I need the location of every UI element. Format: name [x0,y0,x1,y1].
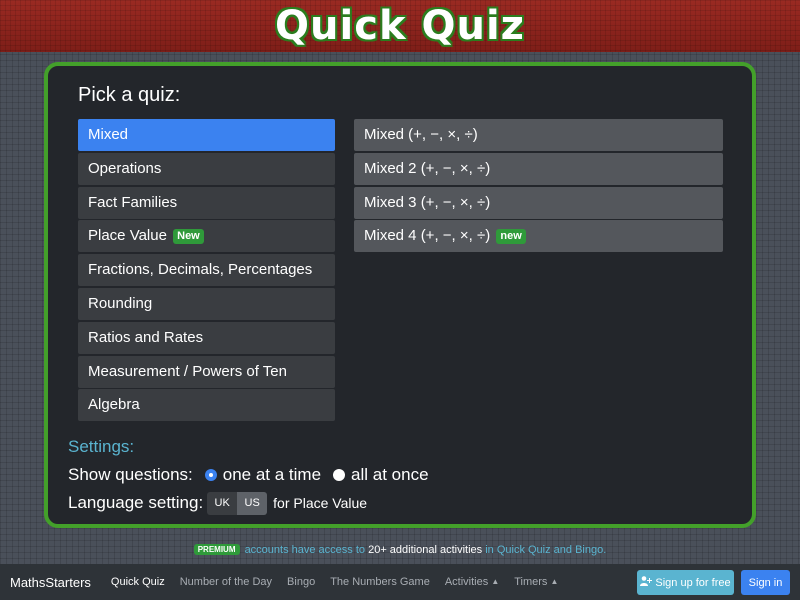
quiz-label: Mixed 3 (+, −, ×, ÷) [364,193,491,211]
quiz-item-mixed-3[interactable]: Mixed 3 (+, −, ×, ÷) [354,186,723,219]
language-toggle: UK US [207,491,268,515]
quiz-panel: Pick a quiz: Mixed Operations Fact Famil… [44,62,756,528]
premium-badge: PREMIUM [193,544,240,555]
category-label: Algebra [88,396,140,414]
option-all-at-once[interactable]: all at once [351,465,429,485]
category-label: Fact Families [88,193,178,211]
nav-activities[interactable]: Activities ▲ [445,576,499,588]
premium-text-1[interactable]: accounts have access to [245,544,365,556]
category-item-mixed[interactable]: Mixed [78,119,335,151]
caret-up-icon: ▲ [491,577,500,586]
language-row: Language setting: UK US for Place Value [68,491,367,515]
pick-quiz-heading: Pick a quiz: [78,84,181,106]
quiz-item-mixed-4[interactable]: Mixed 4 (+, −, ×, ÷) new [354,220,723,253]
category-item-ratios[interactable]: Ratios and Rates [78,321,335,354]
nav-number-of-the-day[interactable]: Number of the Day [180,576,272,588]
signin-label: Sign in [748,576,783,589]
lang-us-button[interactable]: US [237,491,268,515]
signup-label: Sign up for free [655,576,731,589]
quiz-item-mixed-2[interactable]: Mixed 2 (+, −, ×, ÷) [354,152,723,185]
settings-heading: Settings: [68,437,135,456]
radio-icon[interactable] [204,469,217,481]
lang-uk-button[interactable]: UK [207,491,238,515]
category-label: Fractions, Decimals, Percentages [88,261,313,279]
quiz-label: Mixed 4 (+, −, ×, ÷) [364,227,491,245]
page-title: Quick Quiz [275,3,525,49]
category-item-fact-families[interactable]: Fact Families [78,186,335,219]
quiz-list: Mixed (+, −, ×, ÷) Mixed 2 (+, −, ×, ÷) … [354,119,723,254]
category-item-rounding[interactable]: Rounding [78,287,335,320]
option-one-at-a-time[interactable]: one at a time [223,465,321,485]
premium-notice: PREMIUM accounts have access to 20+ addi… [0,544,800,556]
show-questions-label: Show questions: [68,465,193,484]
show-questions-row: Show questions: one at a time all at onc… [68,462,429,488]
language-note: for Place Value [273,495,368,511]
nav-quick-quiz[interactable]: Quick Quiz [111,576,165,588]
nav-activities-label: Activities [444,576,489,588]
category-label: Rounding [88,294,153,312]
category-label: Operations [88,159,162,177]
new-badge: new [496,229,526,245]
category-item-place-value[interactable]: Place Value New [78,220,335,253]
user-plus-icon [640,576,653,589]
category-label: Measurement / Powers of Ten [88,362,287,380]
quiz-label: Mixed (+, −, ×, ÷) [364,126,478,143]
brand-link[interactable]: MathsStarters [10,575,91,590]
signup-button[interactable]: Sign up for free [637,570,734,595]
quiz-item-mixed[interactable]: Mixed (+, −, ×, ÷) [354,119,723,151]
nav-bingo[interactable]: Bingo [287,576,315,588]
quiz-label: Mixed 2 (+, −, ×, ÷) [364,159,491,177]
radio-icon[interactable] [333,469,346,481]
caret-up-icon: ▲ [550,577,559,586]
header: Quick Quiz [0,0,800,52]
category-item-operations[interactable]: Operations [78,152,335,185]
category-item-measurement[interactable]: Measurement / Powers of Ten [78,355,335,388]
category-item-algebra[interactable]: Algebra [78,389,335,422]
new-badge: New [173,229,204,245]
category-list: Mixed Operations Fact Families Place Val… [78,119,335,423]
navbar: MathsStarters Quick Quiz Number of the D… [0,564,800,600]
premium-strong: 20+ additional activities [368,544,483,556]
signin-button[interactable]: Sign in [741,570,790,595]
nav-timers[interactable]: Timers ▲ [514,576,558,588]
category-label: Place Value [88,227,167,245]
category-label: Ratios and Rates [88,328,204,346]
nav-numbers-game[interactable]: The Numbers Game [330,576,430,588]
category-label: Mixed [88,126,129,143]
category-item-fractions[interactable]: Fractions, Decimals, Percentages [78,254,335,287]
nav-timers-label: Timers [514,576,548,588]
premium-text-2[interactable]: in Quick Quiz and Bingo. [485,544,606,556]
language-label: Language setting: [68,493,204,512]
